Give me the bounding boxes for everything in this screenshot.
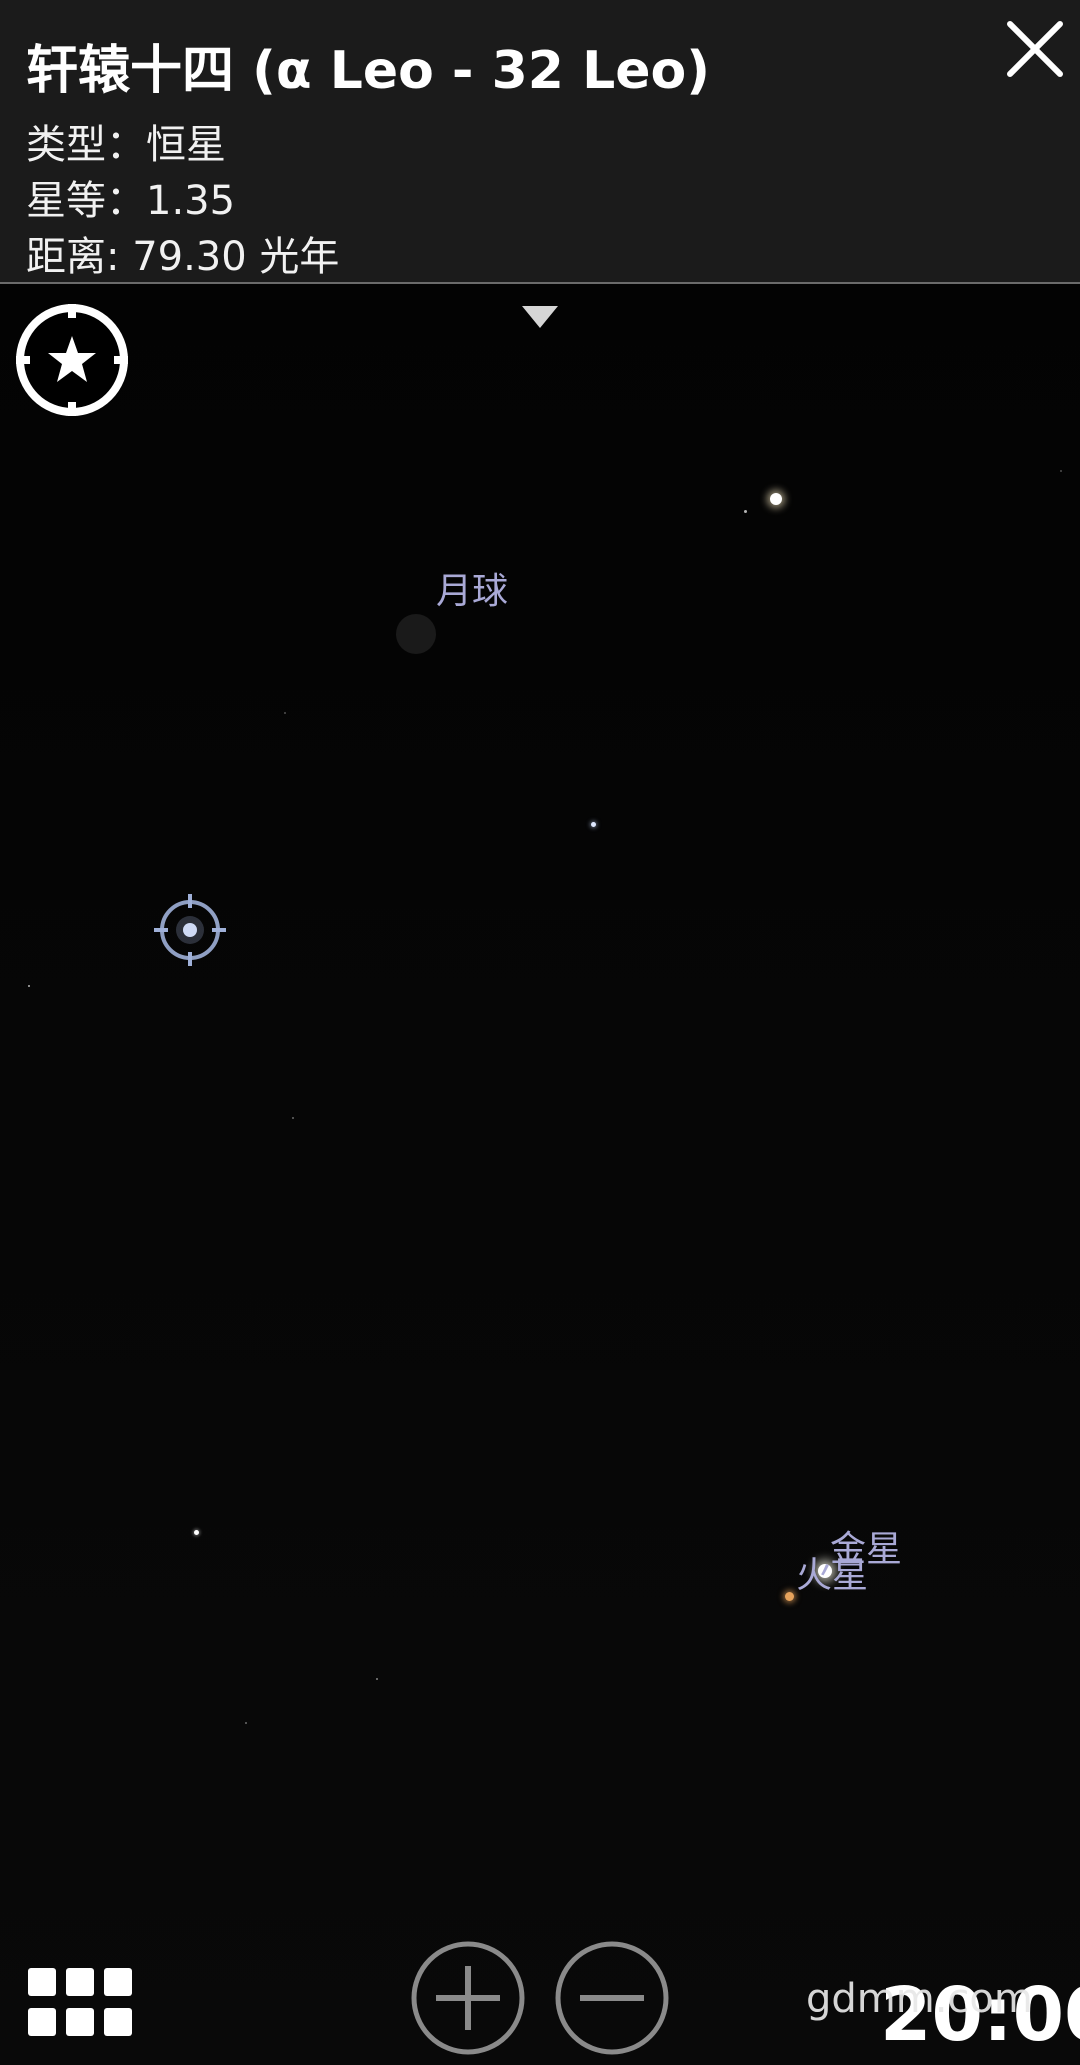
star[interactable] — [28, 985, 30, 987]
star[interactable] — [245, 1722, 247, 1724]
star-target-icon[interactable] — [14, 302, 130, 418]
object-distance: 距离: 79.30 光年 — [26, 234, 340, 280]
plus-icon[interactable] — [410, 1940, 526, 2056]
crosshair-reticle-icon[interactable] — [150, 890, 230, 970]
minus-icon[interactable] — [554, 1940, 670, 2056]
object-info-panel: 轩辕十四 (α Leo - 32 Leo) 类型：恒星 星等：1.35 距离: … — [0, 0, 1080, 284]
star[interactable] — [292, 1117, 294, 1119]
close-icon[interactable] — [1000, 14, 1070, 84]
object-magnitude: 星等：1.35 — [26, 178, 236, 224]
object-title: 轩辕十四 (α Leo - 32 Leo) — [26, 41, 710, 101]
label-mars[interactable]: 火星 — [796, 1546, 868, 1598]
grid-menu-icon[interactable] — [26, 1966, 134, 2038]
star[interactable] — [284, 712, 286, 714]
label-moon[interactable]: 月球 — [436, 562, 508, 614]
planet-mars[interactable] — [785, 1592, 794, 1601]
moon-icon[interactable] — [394, 612, 438, 656]
star[interactable] — [194, 1530, 199, 1535]
star[interactable] — [770, 493, 782, 505]
star[interactable] — [376, 1678, 378, 1680]
triangle-down-icon[interactable] — [520, 302, 560, 332]
object-type: 类型：恒星 — [26, 122, 226, 168]
watermark: gdmm.com — [806, 1976, 1033, 2022]
star[interactable] — [1060, 470, 1062, 472]
star[interactable] — [744, 510, 747, 513]
star[interactable] — [591, 822, 596, 827]
